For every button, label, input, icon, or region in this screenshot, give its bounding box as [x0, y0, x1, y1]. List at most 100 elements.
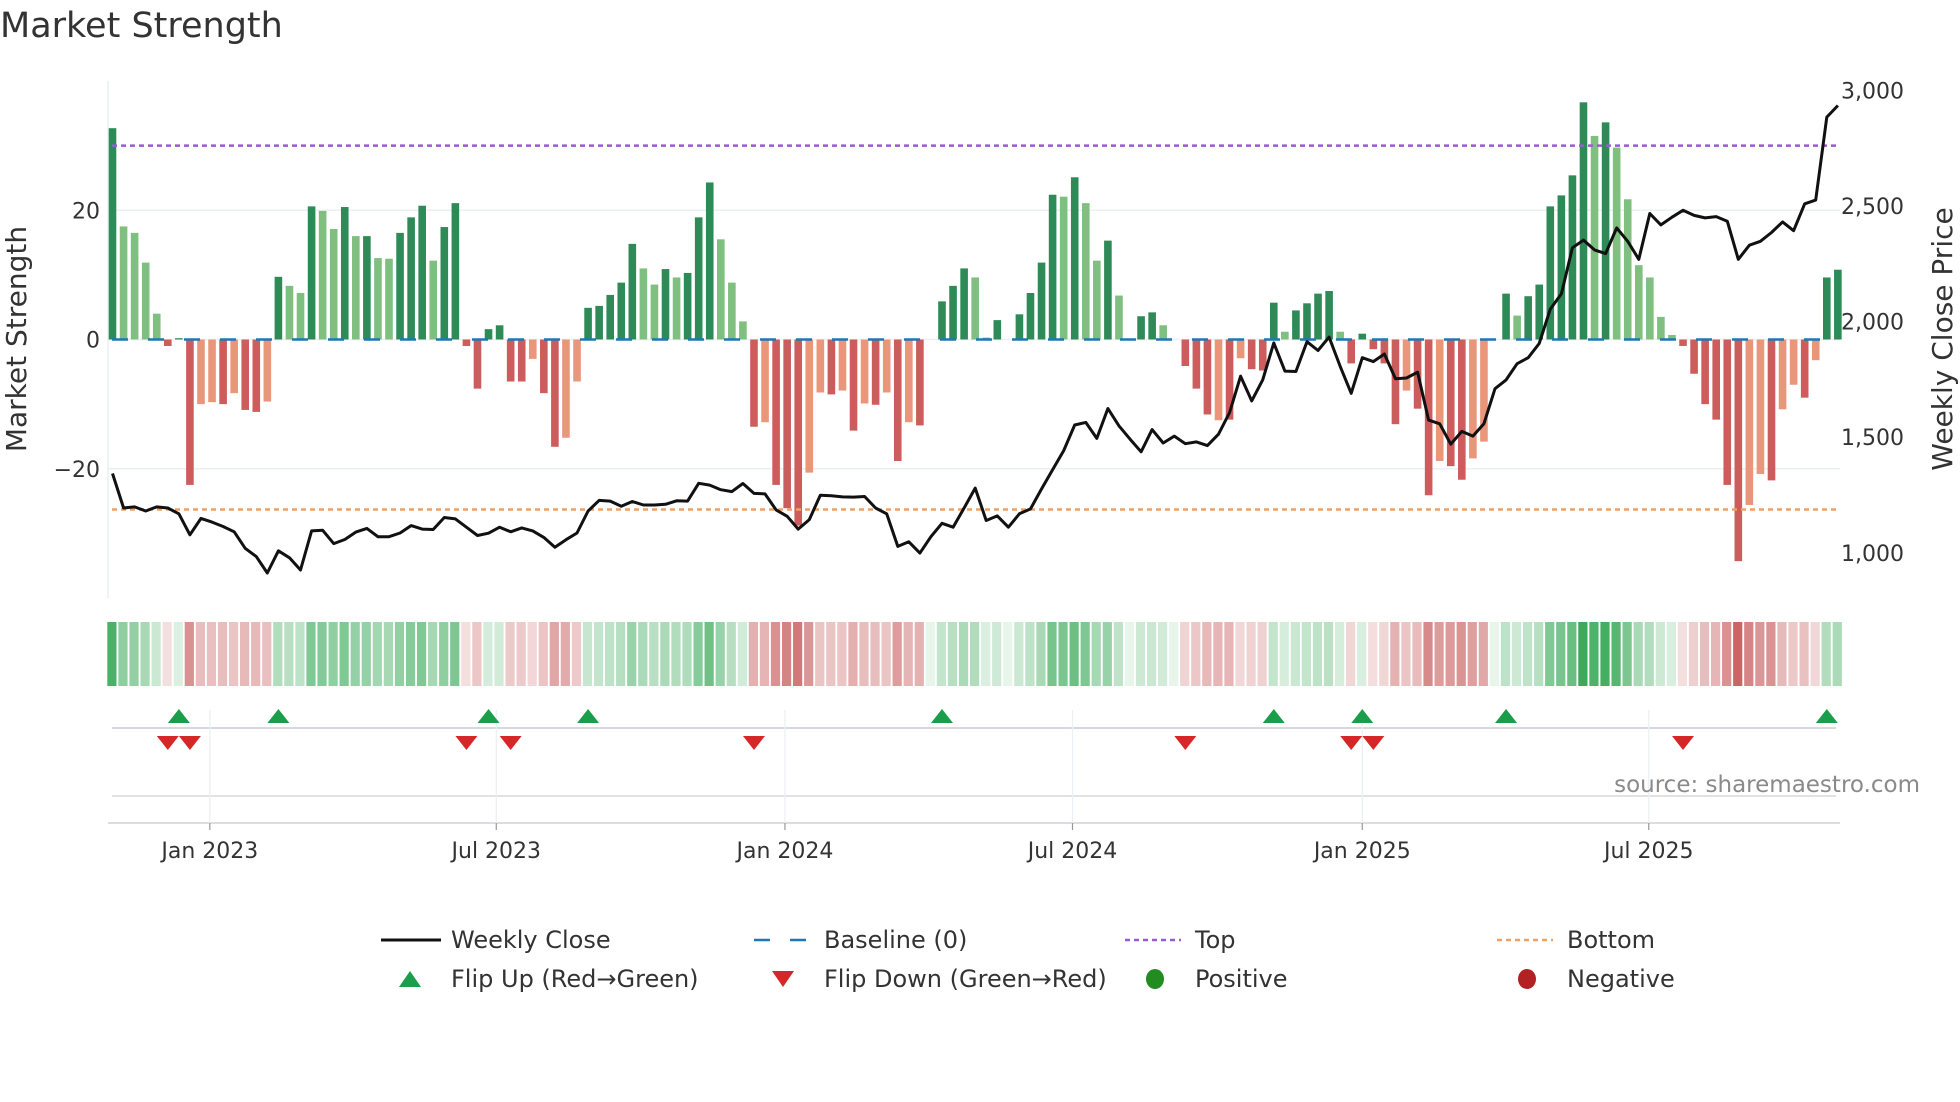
heatmap-cell: [1467, 622, 1477, 686]
heatmap-cell: [649, 622, 659, 686]
heatmap-cell: [892, 622, 902, 686]
y-left-tick-label: 20: [72, 199, 100, 224]
heatmap-cell: [925, 622, 935, 686]
strength-bar: [340, 207, 349, 340]
strength-bar: [805, 339, 814, 473]
strength-bar: [672, 277, 681, 340]
heatmap-cell: [1755, 622, 1765, 686]
heatmap-cell: [505, 622, 515, 686]
heatmap-cell: [770, 622, 781, 686]
strength-bar: [1314, 293, 1322, 340]
strength-bar: [197, 339, 205, 405]
heatmap-cell: [1445, 622, 1455, 686]
y-right-tick-label: 3,000: [1841, 79, 1904, 104]
strength-bar: [860, 339, 869, 404]
heatmap-cell: [903, 622, 913, 686]
flip-up-marker: [267, 709, 290, 723]
heatmap-cell: [1146, 622, 1157, 686]
legend-label: Flip Up (Red→Green): [451, 965, 699, 993]
strength-bar: [849, 339, 858, 431]
heatmap-cell: [616, 622, 626, 686]
strength-bar: [1093, 260, 1101, 340]
strength-bar: [783, 339, 791, 509]
strength-bar: [1557, 195, 1566, 340]
legend-item: Flip Up (Red→Green): [399, 965, 699, 993]
strength-bar: [1657, 316, 1665, 340]
strength-bar: [274, 276, 283, 340]
strength-bar: [1081, 203, 1090, 340]
strength-bar: [219, 339, 227, 405]
heatmap-cell: [1622, 622, 1632, 686]
flip-up-marker: [1351, 709, 1374, 723]
strength-bar: [617, 282, 626, 340]
y-left-tick-label: 0: [86, 329, 100, 354]
legend-item: Weekly Close: [381, 926, 611, 954]
heatmap-cell: [1423, 622, 1433, 686]
heatmap-cell: [571, 622, 582, 686]
heatmap-cell: [1014, 622, 1024, 686]
heatmap-cell: [1202, 622, 1212, 686]
strength-bar: [1679, 339, 1687, 346]
heatmap-cell: [1357, 622, 1367, 686]
strength-bar: [241, 339, 250, 410]
heatmap-cell: [439, 622, 449, 686]
strength-bar: [517, 339, 526, 382]
heatmap-cell: [1456, 622, 1466, 686]
strength-bar: [1037, 262, 1046, 340]
heatmap-cell: [1766, 622, 1776, 686]
strength-bar: [1579, 102, 1588, 340]
flip-down-marker: [1672, 736, 1695, 750]
heatmap-cell: [339, 622, 349, 686]
strength-bar: [1115, 295, 1123, 340]
strength-bar: [1601, 122, 1610, 340]
heatmap-cell: [582, 622, 593, 686]
strength-bar: [971, 277, 979, 340]
strength-bar: [263, 339, 272, 402]
strength-bar: [1701, 339, 1709, 405]
y-left-tick-label: −20: [54, 458, 100, 483]
heatmap-cell: [693, 622, 703, 686]
heatmap-cell: [317, 622, 327, 686]
strength-bar: [1502, 293, 1510, 340]
heatmap-cell: [383, 622, 393, 686]
strength-bar: [772, 339, 780, 485]
heatmap-cell: [1312, 622, 1323, 686]
heatmap-cell: [1058, 622, 1068, 686]
strength-bar: [1634, 265, 1643, 340]
heatmap-cell: [173, 622, 183, 686]
strength-bar: [1358, 333, 1367, 340]
flip-up-marker: [1815, 709, 1838, 723]
strength-bar: [816, 339, 825, 393]
strength-bar: [1015, 314, 1024, 340]
strength-bar: [164, 339, 172, 346]
strength-bar: [1270, 302, 1278, 340]
heatmap-cell: [1091, 622, 1101, 686]
x-tick-label: Jul 2024: [1026, 839, 1118, 864]
legend: Weekly Close Baseline (0) Top Bottom Flip Up…: [381, 926, 1675, 993]
flip-down-marker: [742, 736, 765, 750]
strength-bar: [1778, 339, 1787, 410]
heatmap-cell: [1500, 622, 1511, 686]
strength-bar: [230, 339, 238, 394]
legend-item: Bottom: [1497, 926, 1655, 954]
heatmap-cell: [1489, 622, 1499, 686]
strength-bar: [1524, 296, 1532, 340]
heatmap-cell: [1268, 622, 1278, 686]
heatmap-cell: [284, 622, 294, 686]
flip-up-marker: [931, 709, 953, 723]
heatmap-cell: [1511, 622, 1522, 686]
strength-bar: [1690, 339, 1698, 374]
strength-bar: [1369, 339, 1378, 350]
strength-bar: [1402, 339, 1411, 391]
heatmap-cell: [638, 622, 648, 686]
heatmap-cell: [472, 622, 482, 686]
heatmap-cell: [759, 622, 770, 686]
strength-bar: [794, 339, 803, 526]
heatmap-cell: [859, 622, 869, 686]
strength-bar: [352, 236, 360, 340]
heatmap-cell: [394, 622, 405, 686]
strength-bar: [506, 339, 515, 382]
strength-bar: [484, 329, 493, 340]
heatmap-cell: [1589, 622, 1599, 686]
heatmap-cell: [737, 622, 747, 686]
